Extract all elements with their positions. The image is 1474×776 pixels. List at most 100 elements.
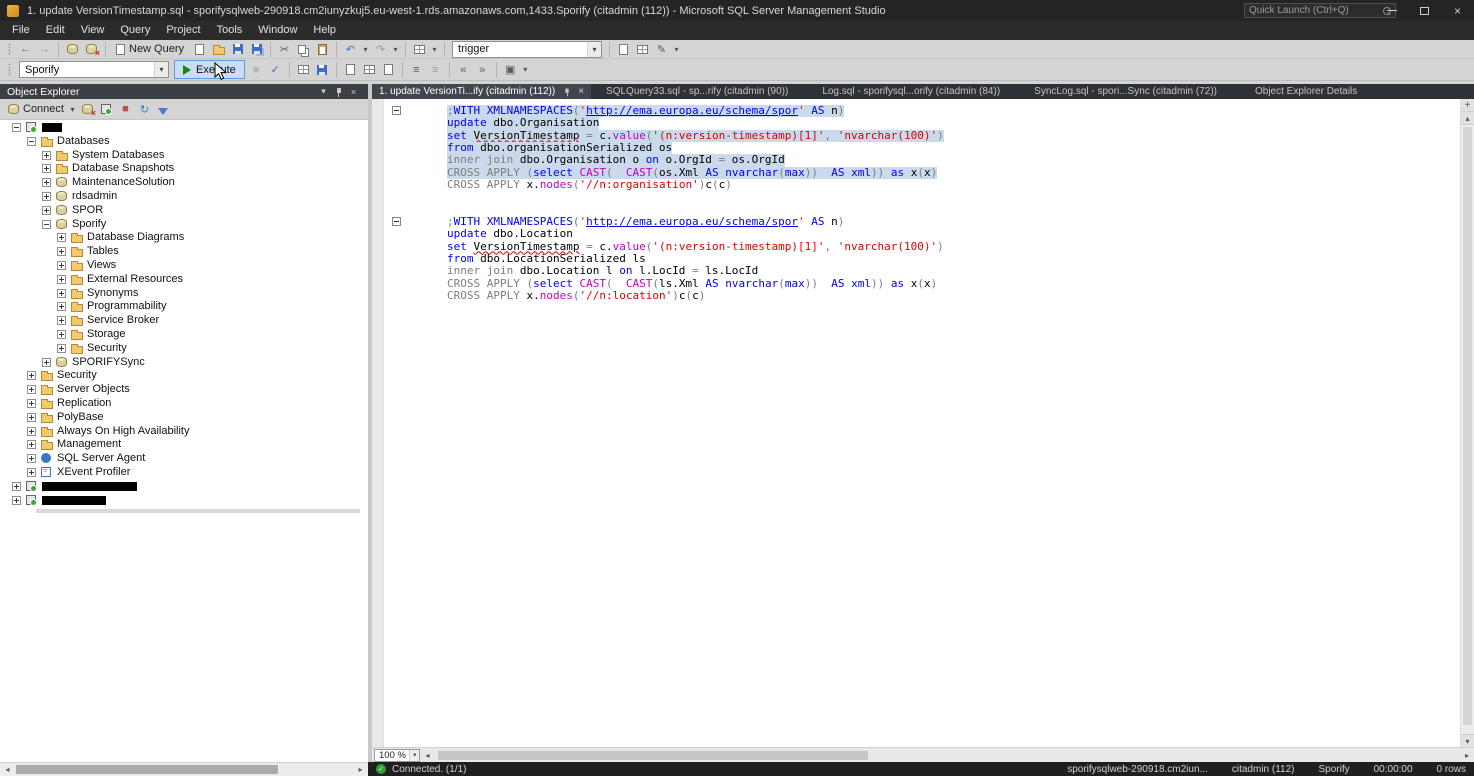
disconnect-database-icon[interactable] xyxy=(83,41,100,58)
connect-dropdown-icon[interactable]: ▾ xyxy=(68,101,77,118)
open-file-icon[interactable] xyxy=(210,41,227,58)
tree-item-database-snapshots[interactable]: Database Snapshots xyxy=(0,162,368,176)
menu-window[interactable]: Window xyxy=(250,21,305,40)
parse-icon[interactable]: ✓ xyxy=(267,61,284,78)
activity-monitor-icon[interactable] xyxy=(411,41,428,58)
expand-icon[interactable] xyxy=(57,247,66,256)
vscroll-thumb[interactable] xyxy=(1463,127,1472,725)
expand-icon[interactable] xyxy=(57,289,66,298)
tree-item-programmability[interactable]: Programmability xyxy=(0,300,368,314)
menu-tools[interactable]: Tools xyxy=(209,21,251,40)
menu-project[interactable]: Project xyxy=(158,21,208,40)
quick-launch-search[interactable]: Quick Launch (Ctrl+Q) xyxy=(1244,3,1396,18)
collapse-icon[interactable] xyxy=(27,137,36,146)
connect-button[interactable]: Connect xyxy=(5,100,67,118)
collapse-icon[interactable] xyxy=(42,220,51,229)
object-explorer-hscrollbar[interactable]: ◂ ▸ xyxy=(0,762,368,776)
tree-item-sporify[interactable]: Sporify xyxy=(0,218,368,232)
expand-icon[interactable] xyxy=(57,275,66,284)
redo-dropdown-icon[interactable]: ▾ xyxy=(391,41,400,58)
hscroll-thumb[interactable] xyxy=(438,751,868,760)
tree-item-security[interactable]: Security xyxy=(0,342,368,356)
server-icon[interactable] xyxy=(98,101,115,118)
estimated-plan-icon[interactable] xyxy=(342,61,359,78)
hscroll-thumb[interactable] xyxy=(16,765,278,774)
results-to-grid-icon[interactable] xyxy=(295,61,312,78)
zoom-combobox[interactable]: 100 % ▾ xyxy=(374,749,420,762)
scroll-left-icon[interactable]: ◂ xyxy=(420,749,434,762)
scroll-right-icon[interactable]: ▸ xyxy=(1460,749,1474,762)
tree-item-databases[interactable]: Databases xyxy=(0,135,368,149)
tree-item-storage[interactable]: Storage xyxy=(0,328,368,342)
undo-icon[interactable]: ↶ xyxy=(342,41,359,58)
table-designer-icon[interactable] xyxy=(634,41,651,58)
tree-item-sporifysync[interactable]: SPORIFYSync xyxy=(0,356,368,370)
tree-item-tables[interactable]: Tables xyxy=(0,245,368,259)
nav-forward-icon[interactable]: → xyxy=(36,41,53,58)
window-position-button[interactable]: ▾ xyxy=(316,85,331,98)
editor-vscrollbar[interactable]: + ▴ ▾ xyxy=(1460,99,1474,747)
comment-icon[interactable]: ≡ xyxy=(408,61,425,78)
undo-dropdown-icon[interactable]: ▾ xyxy=(361,41,370,58)
tree-item-always-on-high-availability[interactable]: Always On High Availability xyxy=(0,425,368,439)
tree-item-xevent-profiler[interactable]: XEvent Profiler xyxy=(0,466,368,480)
tree-item-management[interactable]: Management xyxy=(0,438,368,452)
document-tab-4[interactable]: SyncLog.sql - spori...Sync (citadmin (72… xyxy=(1027,84,1224,99)
expand-icon[interactable] xyxy=(42,206,51,215)
expand-icon[interactable] xyxy=(27,399,36,408)
expand-icon[interactable] xyxy=(12,482,21,491)
expand-icon[interactable] xyxy=(42,164,51,173)
expand-icon[interactable] xyxy=(27,385,36,394)
tree-item-security[interactable]: Security xyxy=(0,369,368,383)
paste-icon[interactable] xyxy=(314,41,331,58)
expand-icon[interactable] xyxy=(27,468,36,477)
tree-item-service-broker[interactable]: Service Broker xyxy=(0,314,368,328)
expand-icon[interactable] xyxy=(27,427,36,436)
document-tab-1[interactable]: 1. update VersionTi...ify (citadmin (112… xyxy=(372,84,591,99)
expand-icon[interactable] xyxy=(57,344,66,353)
pin-icon[interactable] xyxy=(563,86,572,96)
scroll-down-icon[interactable]: ▾ xyxy=(1461,734,1474,747)
execute-button[interactable]: Execute xyxy=(174,60,245,79)
document-tab-2[interactable]: SQLQuery33.sql - sp...rify (citadmin (90… xyxy=(599,84,795,99)
copy-icon[interactable] xyxy=(295,41,312,58)
editor-hscrollbar[interactable] xyxy=(434,749,1460,762)
nav-back-icon[interactable]: ← xyxy=(17,41,34,58)
document-tab-5[interactable]: Object Explorer Details xyxy=(1248,84,1364,99)
save-all-icon[interactable] xyxy=(248,41,265,58)
minimize-button[interactable] xyxy=(1375,0,1408,21)
chevron-down-icon[interactable]: ▾ xyxy=(154,62,168,77)
expand-icon[interactable] xyxy=(57,261,66,270)
document-tab-3[interactable]: Log.sql - sporifysql...orify (citadmin (… xyxy=(815,84,1007,99)
tree-item-redacted[interactable] xyxy=(0,480,368,494)
refresh-icon[interactable]: ↻ xyxy=(136,101,153,118)
expand-icon[interactable] xyxy=(27,413,36,422)
expand-icon[interactable] xyxy=(57,330,66,339)
toolbar-options-dropdown-icon[interactable]: ▾ xyxy=(672,41,681,58)
connect-database-icon[interactable] xyxy=(64,41,81,58)
menu-query[interactable]: Query xyxy=(112,21,158,40)
results-to-file-icon[interactable] xyxy=(314,61,331,78)
tree-item-server-objects[interactable]: Server Objects xyxy=(0,383,368,397)
cut-icon[interactable]: ✂ xyxy=(276,41,293,58)
expand-icon[interactable] xyxy=(27,371,36,380)
fold-collapse-icon[interactable] xyxy=(392,217,401,226)
close-button[interactable]: × xyxy=(1441,0,1474,21)
expand-icon[interactable] xyxy=(57,316,66,325)
scrollbar-split-button[interactable]: + xyxy=(1461,99,1474,112)
edit-icon[interactable]: ✎ xyxy=(653,41,670,58)
query-options-dropdown-icon[interactable]: ▾ xyxy=(521,61,530,78)
tree-item-redacted[interactable] xyxy=(0,494,368,508)
sqlcmd-mode-icon[interactable]: ▣ xyxy=(502,61,519,78)
fold-collapse-icon[interactable] xyxy=(392,106,401,115)
expand-icon[interactable] xyxy=(57,302,66,311)
expand-icon[interactable] xyxy=(27,440,36,449)
scroll-up-icon[interactable]: ▴ xyxy=(1461,112,1474,125)
save-icon[interactable] xyxy=(229,41,246,58)
outdent-icon[interactable]: « xyxy=(455,61,472,78)
expand-icon[interactable] xyxy=(42,178,51,187)
expand-icon[interactable] xyxy=(57,233,66,242)
toolbar-filter-combobox[interactable]: trigger▾ xyxy=(452,41,602,58)
new-query-button[interactable]: New Query xyxy=(110,41,190,58)
tree-item-database-diagrams[interactable]: Database Diagrams xyxy=(0,231,368,245)
